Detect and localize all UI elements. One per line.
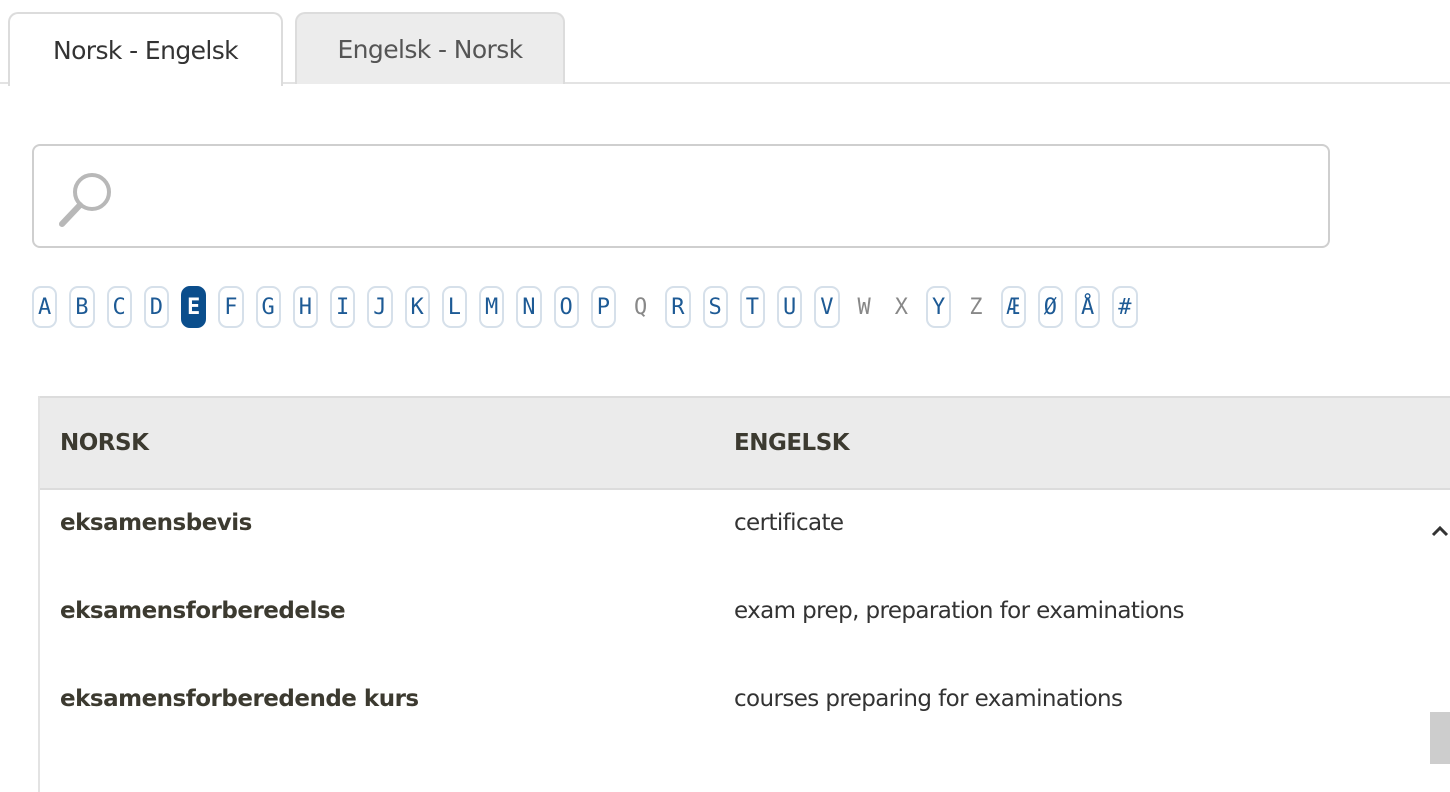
letter-filter[interactable]: J: [367, 286, 393, 328]
letter-filter: Q: [628, 286, 654, 328]
letter-filter[interactable]: P: [590, 286, 616, 328]
column-header-engelsk: ENGELSK: [734, 430, 850, 456]
letter-filter[interactable]: O: [553, 286, 579, 328]
letter-filter[interactable]: E: [181, 286, 207, 328]
tab-strip: Norsk - Engelsk Engelsk - Norsk: [0, 0, 1450, 86]
letter-filter[interactable]: I: [330, 286, 356, 328]
tab-norsk-engelsk[interactable]: Norsk - Engelsk: [8, 12, 283, 86]
term-norsk: eksamensforberedelse: [60, 598, 346, 624]
letter-filter[interactable]: #: [1112, 286, 1138, 328]
letter-filter[interactable]: G: [255, 286, 281, 328]
table-row: eksamensbevis certificate: [40, 490, 1430, 556]
letter-filter[interactable]: T: [739, 286, 765, 328]
letter-filter[interactable]: C: [106, 286, 132, 328]
letter-filter[interactable]: H: [292, 286, 318, 328]
table-row: eksamensforberedelse exam prep, preparat…: [40, 578, 1430, 644]
letter-filter[interactable]: F: [218, 286, 244, 328]
chevron-up-icon[interactable]: [1428, 520, 1450, 542]
alphabet-filter: A B C D E F G H I J K L M N O P Q R S T U V W X Y Z Æ Ø Å #: [32, 283, 1138, 331]
letter-filter[interactable]: Ø: [1037, 286, 1063, 328]
term-engelsk: exam prep, preparation for examinations: [734, 598, 1185, 624]
tab-engelsk-norsk[interactable]: Engelsk - Norsk: [295, 12, 565, 84]
letter-filter[interactable]: K: [404, 286, 430, 328]
letter-filter[interactable]: D: [143, 286, 169, 328]
letter-filter[interactable]: S: [702, 286, 728, 328]
letter-filter[interactable]: V: [814, 286, 840, 328]
search-input[interactable]: [134, 164, 1308, 232]
letter-filter[interactable]: U: [777, 286, 803, 328]
letter-filter[interactable]: M: [479, 286, 505, 328]
column-header-norsk: NORSK: [60, 430, 149, 456]
letter-filter[interactable]: Æ: [1000, 286, 1026, 328]
search-box: [32, 144, 1330, 248]
dictionary-page: Norsk - Engelsk Engelsk - Norsk ABCDEFGH…: [0, 0, 1450, 792]
letter-filter: X: [888, 286, 914, 328]
letter-filter[interactable]: R: [665, 286, 691, 328]
letter-filter[interactable]: A: [32, 286, 58, 328]
letter-filter: Z: [963, 286, 989, 328]
term-engelsk: certificate: [734, 510, 844, 536]
term-norsk: eksamensforberedende kurs: [60, 686, 419, 712]
term-norsk: eksamensbevis: [60, 510, 252, 536]
letter-filter: W: [851, 286, 877, 328]
term-engelsk: courses preparing for examinations: [734, 686, 1123, 712]
letter-filter[interactable]: L: [441, 286, 467, 328]
table-row: eksamensforberedende kurs courses prepar…: [40, 666, 1430, 732]
table-header: NORSK ENGELSK: [40, 396, 1450, 490]
scrollbar-thumb[interactable]: [1430, 712, 1450, 764]
table-scrollbar[interactable]: [1428, 490, 1450, 792]
letter-filter[interactable]: Y: [926, 286, 952, 328]
table-body: eksamensbevis certificate eksamensforber…: [40, 490, 1430, 792]
letter-filter[interactable]: Å: [1075, 286, 1101, 328]
search-icon[interactable]: [52, 164, 122, 234]
letter-filter[interactable]: B: [69, 286, 95, 328]
glossary-table: NORSK ENGELSK eksamensbevis certificate …: [38, 396, 1450, 792]
letter-filter[interactable]: N: [516, 286, 542, 328]
